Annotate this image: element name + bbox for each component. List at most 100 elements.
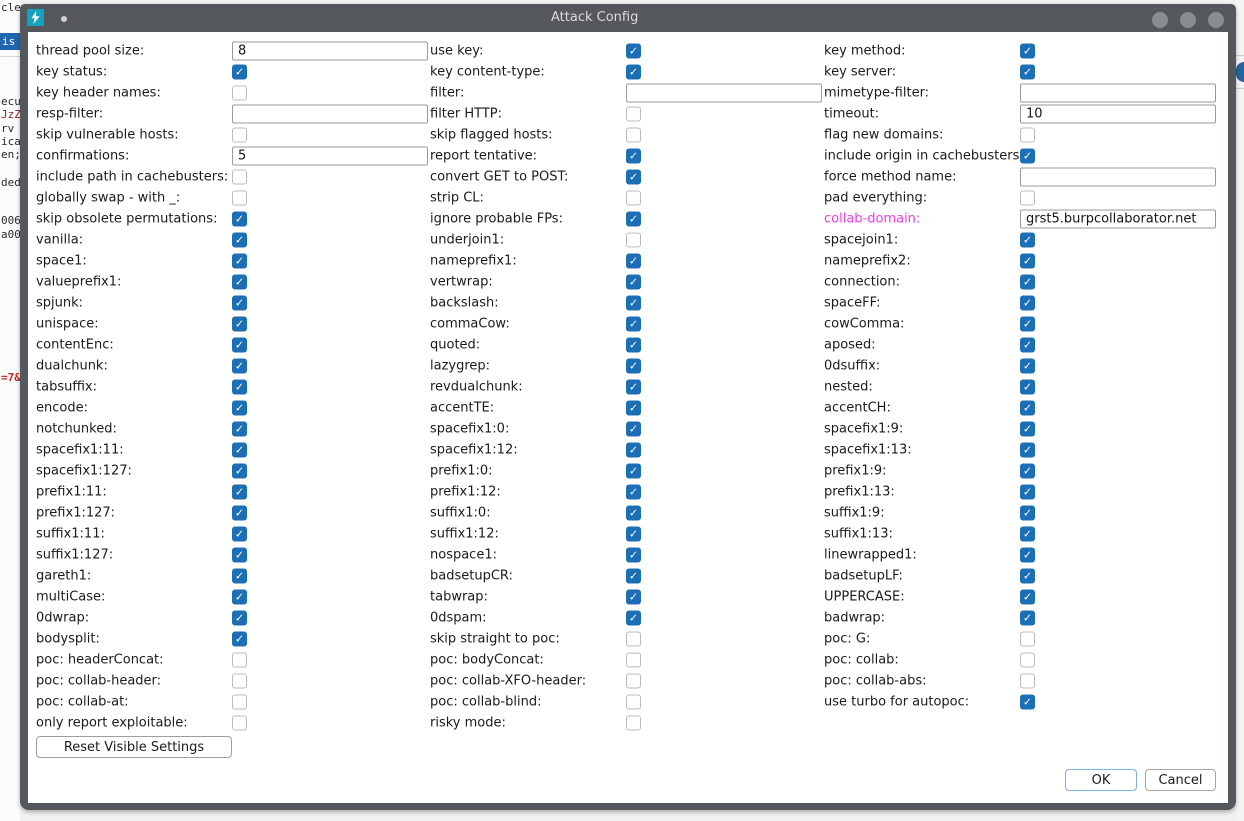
checkbox-use-key[interactable]: ✓ <box>626 43 641 58</box>
checkbox-spaceff[interactable]: ✓ <box>1020 295 1035 310</box>
reset-visible-settings-button[interactable]: Reset Visible Settings <box>36 736 232 758</box>
checkbox-revdualchunk[interactable]: ✓ <box>626 379 641 394</box>
checkbox-valueprefix1[interactable]: ✓ <box>232 274 247 289</box>
text-input-thread-pool-size[interactable] <box>232 41 428 60</box>
checkbox-multicase[interactable]: ✓ <box>232 589 247 604</box>
checkbox-vanilla[interactable]: ✓ <box>232 232 247 247</box>
checkbox-poc-bodyconcat[interactable] <box>626 652 641 667</box>
checkbox-spacefix1-127[interactable]: ✓ <box>232 463 247 478</box>
checkbox-aposed[interactable]: ✓ <box>1020 337 1035 352</box>
checkbox-spacefix1-0[interactable]: ✓ <box>626 421 641 436</box>
checkbox-include-origin-in-cachebusters[interactable]: ✓ <box>1020 148 1035 163</box>
text-input-mimetype-filter[interactable] <box>1020 83 1216 102</box>
checkbox-bodysplit[interactable]: ✓ <box>232 631 247 646</box>
checkbox-spacefix1-9[interactable]: ✓ <box>1020 421 1035 436</box>
checkbox-skip-straight-to-poc[interactable] <box>626 631 641 646</box>
checkbox-nospace1[interactable]: ✓ <box>626 547 641 562</box>
checkbox-nameprefix2[interactable]: ✓ <box>1020 253 1035 268</box>
checkbox-poc-headerconcat[interactable] <box>232 652 247 667</box>
checkbox-commacow[interactable]: ✓ <box>626 316 641 331</box>
checkbox-gareth1[interactable]: ✓ <box>232 568 247 583</box>
checkbox-skip-flagged-hosts[interactable] <box>626 127 641 142</box>
checkbox-tabwrap[interactable]: ✓ <box>626 589 641 604</box>
checkbox-flag-new-domains[interactable] <box>1020 127 1035 142</box>
checkbox-poc-collab[interactable] <box>1020 652 1035 667</box>
checkbox-space1[interactable]: ✓ <box>232 253 247 268</box>
checkbox-skip-vulnerable-hosts[interactable] <box>232 127 247 142</box>
checkbox-0dsuffix[interactable]: ✓ <box>1020 358 1035 373</box>
checkbox-globally-swap-with[interactable] <box>232 190 247 205</box>
checkbox-report-tentative[interactable]: ✓ <box>626 148 641 163</box>
checkbox-spacefix1-13[interactable]: ✓ <box>1020 442 1035 457</box>
checkbox-only-report-exploitable[interactable] <box>232 715 247 730</box>
checkbox-uppercase[interactable]: ✓ <box>1020 589 1035 604</box>
titlebar[interactable]: Attack Config <box>20 4 1236 32</box>
checkbox-badsetupcr[interactable]: ✓ <box>626 568 641 583</box>
checkbox-badsetuplf[interactable]: ✓ <box>1020 568 1035 583</box>
checkbox-linewrapped1[interactable]: ✓ <box>1020 547 1035 562</box>
checkbox-0dspam[interactable]: ✓ <box>626 610 641 625</box>
checkbox-key-header-names[interactable] <box>232 85 247 100</box>
checkbox-0dwrap[interactable]: ✓ <box>232 610 247 625</box>
checkbox-lazygrep[interactable]: ✓ <box>626 358 641 373</box>
checkbox-key-method[interactable]: ✓ <box>1020 43 1035 58</box>
checkbox-cowcomma[interactable]: ✓ <box>1020 316 1035 331</box>
checkbox-filter-http[interactable] <box>626 106 641 121</box>
checkbox-risky-mode[interactable] <box>626 715 641 730</box>
checkbox-connection[interactable]: ✓ <box>1020 274 1035 289</box>
checkbox-poc-collab-header[interactable] <box>232 673 247 688</box>
checkbox-nested[interactable]: ✓ <box>1020 379 1035 394</box>
checkbox-poc-collab-abs[interactable] <box>1020 673 1035 688</box>
checkbox-dualchunk[interactable]: ✓ <box>232 358 247 373</box>
checkbox-key-status[interactable]: ✓ <box>232 64 247 79</box>
checkbox-prefix1-13[interactable]: ✓ <box>1020 484 1035 499</box>
checkbox-prefix1-11[interactable]: ✓ <box>232 484 247 499</box>
text-input-timeout[interactable] <box>1020 104 1216 123</box>
checkbox-backslash[interactable]: ✓ <box>626 295 641 310</box>
checkbox-suffix1-12[interactable]: ✓ <box>626 526 641 541</box>
minimize-button[interactable] <box>1152 12 1168 28</box>
ok-button[interactable]: OK <box>1065 769 1137 791</box>
checkbox-suffix1-127[interactable]: ✓ <box>232 547 247 562</box>
checkbox-spjunk[interactable]: ✓ <box>232 295 247 310</box>
checkbox-convert-get-to-post[interactable]: ✓ <box>626 169 641 184</box>
checkbox-key-server[interactable]: ✓ <box>1020 64 1035 79</box>
checkbox-contentenc[interactable]: ✓ <box>232 337 247 352</box>
maximize-button[interactable] <box>1180 12 1196 28</box>
checkbox-encode[interactable]: ✓ <box>232 400 247 415</box>
checkbox-ignore-probable-fps[interactable]: ✓ <box>626 211 641 226</box>
checkbox-spacefix1-11[interactable]: ✓ <box>232 442 247 457</box>
checkbox-accentte[interactable]: ✓ <box>626 400 641 415</box>
checkbox-pad-everything[interactable] <box>1020 190 1035 205</box>
checkbox-prefix1-127[interactable]: ✓ <box>232 505 247 520</box>
checkbox-prefix1-9[interactable]: ✓ <box>1020 463 1035 478</box>
checkbox-unispace[interactable]: ✓ <box>232 316 247 331</box>
checkbox-spacejoin1[interactable]: ✓ <box>1020 232 1035 247</box>
checkbox-nameprefix1[interactable]: ✓ <box>626 253 641 268</box>
checkbox-prefix1-12[interactable]: ✓ <box>626 484 641 499</box>
text-input-resp-filter[interactable] <box>232 104 428 123</box>
checkbox-spacefix1-12[interactable]: ✓ <box>626 442 641 457</box>
checkbox-vertwrap[interactable]: ✓ <box>626 274 641 289</box>
checkbox-tabsuffix[interactable]: ✓ <box>232 379 247 394</box>
checkbox-quoted[interactable]: ✓ <box>626 337 641 352</box>
checkbox-poc-collab-blind[interactable] <box>626 694 641 709</box>
checkbox-strip-cl[interactable] <box>626 190 641 205</box>
checkbox-underjoin1[interactable] <box>626 232 641 247</box>
checkbox-skip-obsolete-permutations[interactable]: ✓ <box>232 211 247 226</box>
checkbox-use-turbo-for-autopoc[interactable]: ✓ <box>1020 694 1035 709</box>
checkbox-poc-g[interactable] <box>1020 631 1035 646</box>
checkbox-include-path-in-cachebusters[interactable] <box>232 169 247 184</box>
checkbox-suffix1-0[interactable]: ✓ <box>626 505 641 520</box>
text-input-collab-domain[interactable] <box>1020 209 1216 228</box>
checkbox-accentch[interactable]: ✓ <box>1020 400 1035 415</box>
checkbox-badwrap[interactable]: ✓ <box>1020 610 1035 625</box>
checkbox-suffix1-9[interactable]: ✓ <box>1020 505 1035 520</box>
checkbox-notchunked[interactable]: ✓ <box>232 421 247 436</box>
checkbox-poc-collab-at[interactable] <box>232 694 247 709</box>
checkbox-suffix1-13[interactable]: ✓ <box>1020 526 1035 541</box>
cancel-button[interactable]: Cancel <box>1145 769 1216 791</box>
text-input-confirmations[interactable] <box>232 146 428 165</box>
text-input-force-method-name[interactable] <box>1020 167 1216 186</box>
close-button[interactable] <box>1208 12 1224 28</box>
